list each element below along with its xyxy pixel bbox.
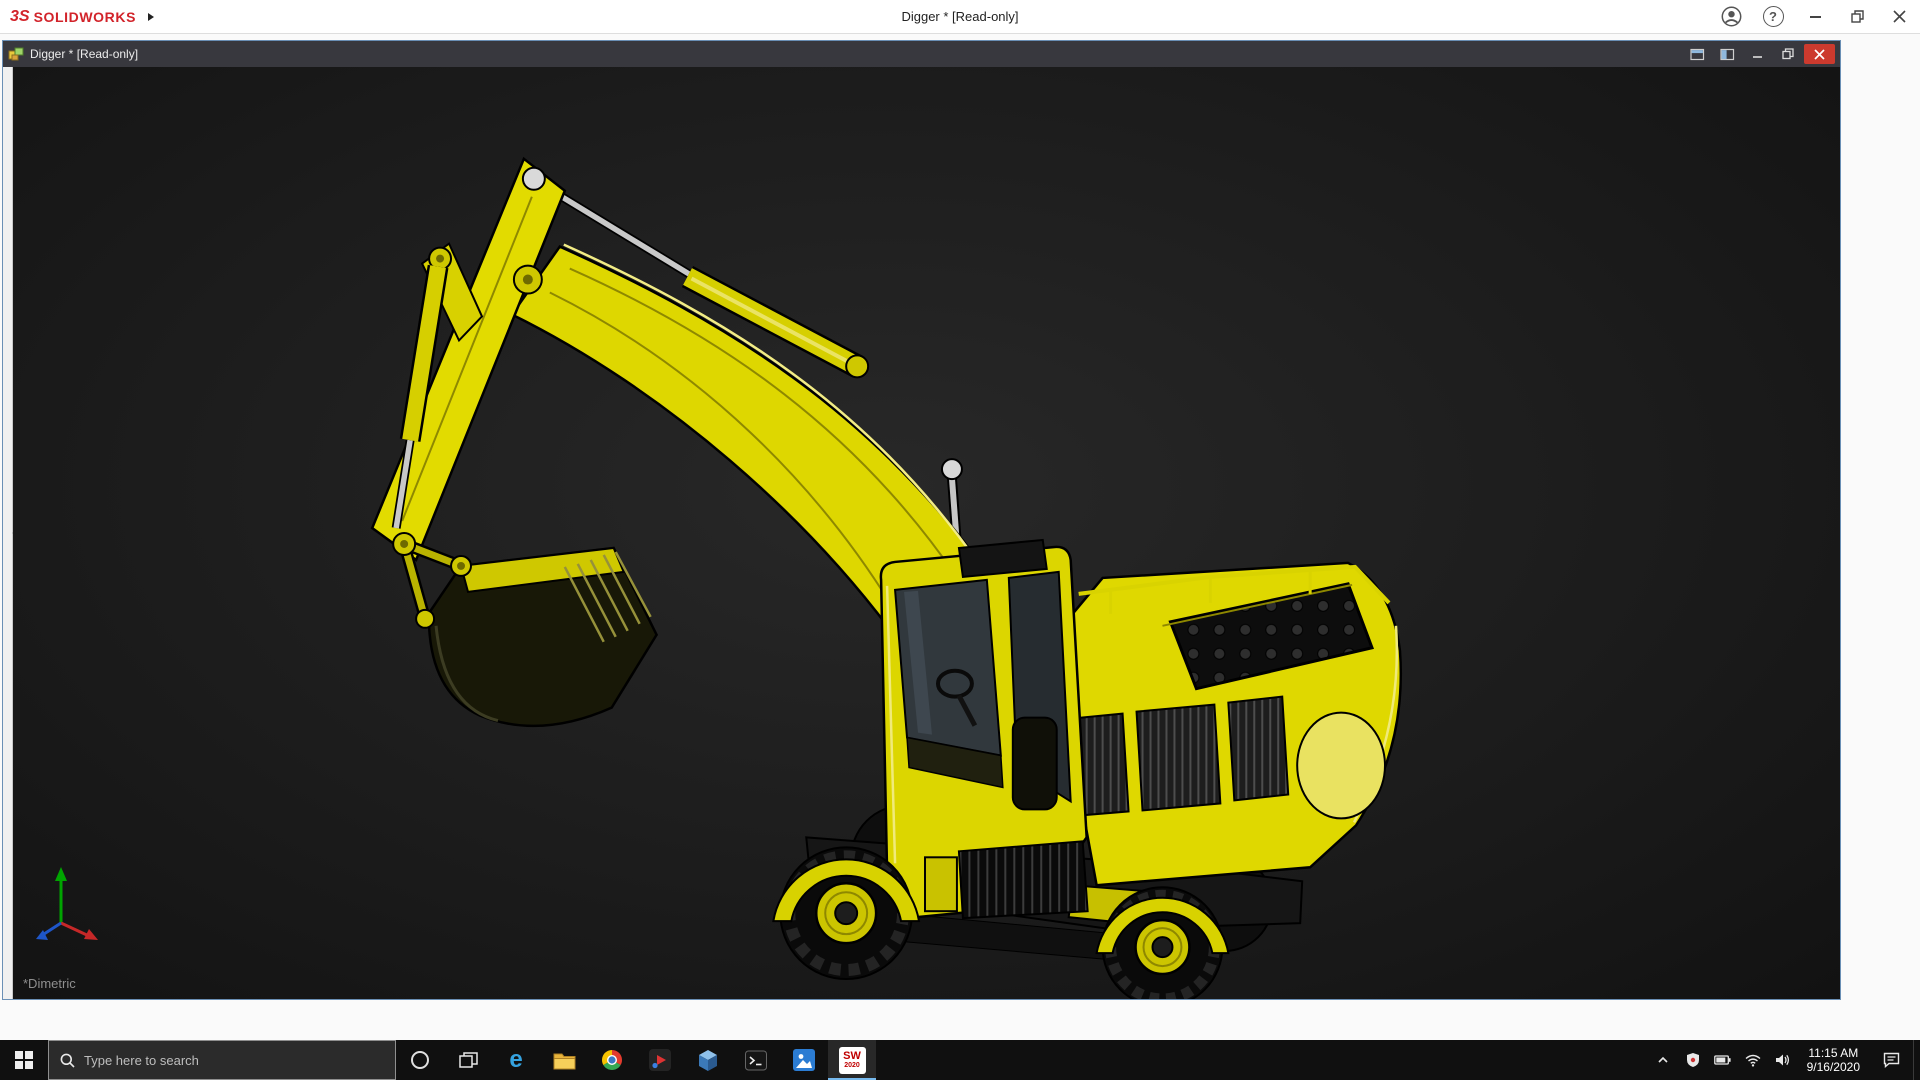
featuremanager-collapsed-panel[interactable] (3, 67, 13, 999)
window-split-icon (1720, 48, 1735, 61)
search-icon (60, 1053, 75, 1068)
minimize-icon (1810, 16, 1821, 18)
security-tray-button[interactable] (1678, 1040, 1708, 1080)
media-player-icon (649, 1049, 671, 1071)
restore-app-button[interactable] (1836, 0, 1878, 34)
search-input[interactable] (84, 1053, 384, 1068)
edge-button[interactable]: e (492, 1040, 540, 1080)
close-icon (1893, 10, 1906, 23)
taskbar-search[interactable] (48, 1040, 396, 1080)
3d-viewport[interactable]: *Dimetric (13, 67, 1840, 999)
dassault-mark: 3S (10, 8, 30, 26)
taskbar-clock[interactable]: 11:15 AM 9/16/2020 (1798, 1040, 1869, 1080)
document-titlebar[interactable]: Digger * [Read-only] (3, 41, 1840, 67)
chrome-button[interactable] (588, 1040, 636, 1080)
terminal-icon (745, 1050, 767, 1071)
minimize-doc-button[interactable] (1744, 44, 1771, 64)
battery-tray-button[interactable] (1708, 1040, 1738, 1080)
battery-icon (1714, 1055, 1731, 1065)
excavator-model[interactable] (13, 67, 1840, 999)
taskbar: e (0, 1040, 1920, 1080)
chrome-icon (601, 1049, 623, 1071)
wifi-icon (1745, 1054, 1761, 1067)
action-center-icon (1883, 1052, 1900, 1068)
photos-button[interactable] (780, 1040, 828, 1080)
restore-icon (1782, 48, 1794, 60)
task-view-icon (459, 1052, 478, 1069)
system-tray: 11:15 AM 9/16/2020 (1648, 1040, 1920, 1080)
doc-tool-button-2[interactable] (1714, 44, 1741, 64)
restore-icon (1851, 10, 1864, 23)
close-doc-button[interactable] (1804, 44, 1835, 64)
clock-date: 9/16/2020 (1807, 1060, 1860, 1074)
account-button[interactable] (1710, 0, 1752, 34)
start-button[interactable] (0, 1040, 48, 1080)
document-title: Digger * [Read-only] (30, 47, 138, 61)
clock-time: 11:15 AM (1808, 1046, 1858, 1060)
mdi-area: Digger * [Read-only] (0, 34, 1920, 1040)
window-thumbnail-icon (1690, 48, 1705, 61)
media-player-button[interactable] (636, 1040, 684, 1080)
network-tray-button[interactable] (1738, 1040, 1768, 1080)
desktop-screen: 3S SOLIDWORKS Digger * [Read-only] ? (0, 0, 1920, 1080)
windows-logo-icon (15, 1051, 33, 1069)
cortana-icon (410, 1050, 430, 1070)
speaker-icon (1775, 1053, 1791, 1067)
account-icon (1721, 6, 1742, 27)
doc-tool-button-1[interactable] (1684, 44, 1711, 64)
help-icon: ? (1763, 6, 1784, 27)
file-explorer-icon (553, 1051, 576, 1070)
show-desktop-button[interactable] (1913, 1040, 1920, 1080)
solidworks-app-button[interactable]: SW 2020 (828, 1040, 876, 1080)
close-app-button[interactable] (1878, 0, 1920, 34)
document-window: Digger * [Read-only] (2, 40, 1841, 1000)
menu-expand-arrow-icon[interactable] (148, 13, 154, 21)
orientation-triad (27, 861, 111, 953)
app-window-title: Digger * [Read-only] (0, 9, 1920, 24)
file-explorer-button[interactable] (540, 1040, 588, 1080)
close-icon (1814, 49, 1825, 60)
task-view-button[interactable] (444, 1040, 492, 1080)
minimize-icon (1752, 49, 1763, 59)
engine-house[interactable] (1051, 563, 1401, 885)
terminal-button[interactable] (732, 1040, 780, 1080)
app-titlebar[interactable]: 3S SOLIDWORKS Digger * [Read-only] ? (0, 0, 1920, 34)
assembly-document-icon (8, 46, 24, 62)
brand-name: SOLIDWORKS (34, 9, 136, 25)
chevron-up-icon (1656, 1053, 1670, 1067)
security-shield-icon (1685, 1052, 1701, 1068)
restore-doc-button[interactable] (1774, 44, 1801, 64)
photos-icon (793, 1049, 815, 1071)
cube-3d-app-button[interactable] (684, 1040, 732, 1080)
bucket[interactable] (393, 533, 656, 726)
solidworks-logo: 3S SOLIDWORKS (0, 8, 154, 26)
cab[interactable] (881, 540, 1088, 918)
tray-expand-button[interactable] (1648, 1040, 1678, 1080)
action-center-button[interactable] (1869, 1040, 1913, 1080)
cube-3d-icon (697, 1049, 719, 1072)
minimize-app-button[interactable] (1794, 0, 1836, 34)
cortana-button[interactable] (396, 1040, 444, 1080)
volume-tray-button[interactable] (1768, 1040, 1798, 1080)
edge-icon: e (509, 1048, 522, 1072)
help-button[interactable]: ? (1752, 0, 1794, 34)
view-orientation-label: *Dimetric (23, 976, 76, 991)
solidworks-2020-icon: SW 2020 (839, 1047, 866, 1074)
